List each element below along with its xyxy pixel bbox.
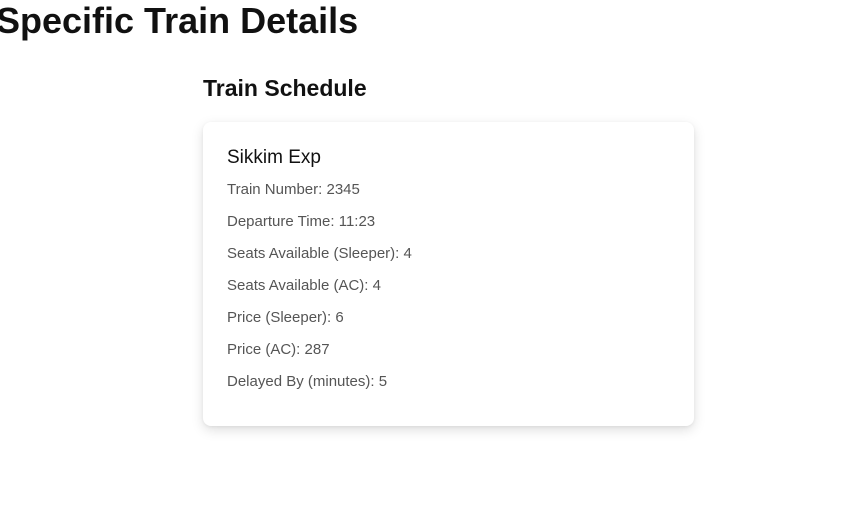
price-ac: Price (AC): 287	[227, 341, 330, 358]
train-name: Sikkim Exp	[227, 147, 321, 168]
delayed-by: Delayed By (minutes): 5	[227, 373, 388, 390]
page-title: Specific Train Details	[0, 0, 359, 41]
seats-available-ac: Seats Available (AC): 4	[227, 277, 381, 294]
price-sleeper: Price (Sleeper): 6	[227, 309, 344, 326]
page: Specific Train Details Train Schedule Si…	[0, 0, 860, 518]
departure-time: Departure Time: 11:23	[227, 213, 376, 230]
seats-available-sleeper: Seats Available (Sleeper): 4	[227, 245, 412, 262]
train-number: Train Number: 2345	[227, 181, 360, 198]
train-card: Sikkim Exp Train Number: 2345 Departure …	[203, 122, 694, 426]
section-title: Train Schedule	[203, 75, 367, 101]
train-details-list: Train Number: 2345 Departure Time: 11:23…	[227, 180, 412, 404]
